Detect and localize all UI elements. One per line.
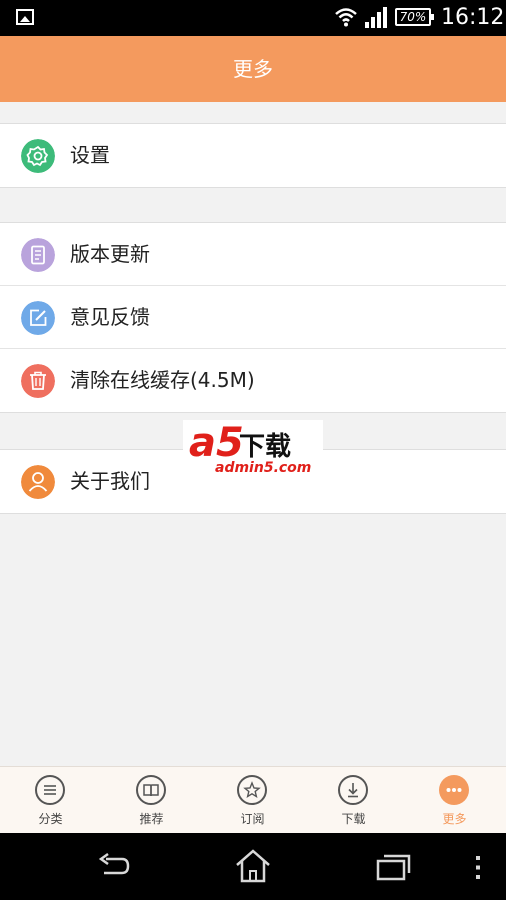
trash-icon: [21, 364, 55, 398]
gear-icon: [21, 139, 55, 173]
tab-label: 更多: [442, 812, 467, 826]
settings-group: 设置: [0, 123, 506, 188]
menu-lines-icon: [35, 775, 65, 805]
edit-icon: [21, 301, 55, 335]
document-icon: [21, 238, 55, 272]
tab-download[interactable]: 下载: [303, 767, 404, 834]
overflow-menu-icon[interactable]: [474, 855, 482, 881]
watermark-url: admin5.com: [215, 460, 312, 476]
system-nav-bar: [0, 833, 506, 900]
person-icon: [21, 465, 55, 499]
tools-group: 版本更新 意见反馈 清除在线缓存(4.5M): [0, 222, 506, 413]
menu-item-label: 关于我们: [70, 469, 150, 493]
wifi-icon: [335, 8, 357, 27]
battery-indicator: 70%: [395, 8, 434, 26]
watermark-logo: a5 下载 admin5.com: [183, 420, 323, 480]
download-icon: [338, 775, 368, 805]
tab-label: 分类: [38, 812, 63, 826]
signal-icon: [365, 7, 387, 28]
menu-item-version-update[interactable]: 版本更新: [0, 223, 506, 286]
status-bar: 70% 16:12: [0, 0, 506, 36]
tab-recommend[interactable]: 推荐: [101, 767, 202, 834]
tab-subscribe[interactable]: 订阅: [202, 767, 303, 834]
menu-item-label: 清除在线缓存(4.5M): [70, 368, 255, 392]
tab-label: 订阅: [240, 812, 265, 826]
image-notification-icon: [16, 9, 34, 25]
tab-label: 下载: [341, 812, 366, 826]
watermark-text: 下载: [239, 432, 292, 462]
back-icon[interactable]: [96, 853, 132, 879]
tab-label: 推荐: [139, 812, 164, 826]
menu-item-clear-cache[interactable]: 清除在线缓存(4.5M): [0, 349, 506, 412]
clock: 16:12: [441, 5, 505, 30]
bottom-tab-bar: 分类 推荐 订阅 下载 更多: [0, 766, 506, 834]
tab-category[interactable]: 分类: [0, 767, 101, 834]
page-title: 更多: [0, 36, 506, 102]
star-icon: [237, 775, 267, 805]
menu-item-label: 设置: [70, 143, 110, 167]
menu-item-label: 版本更新: [70, 242, 150, 266]
tab-more[interactable]: 更多: [404, 767, 505, 834]
menu-item-settings[interactable]: 设置: [0, 124, 506, 187]
more-dots-icon: [439, 775, 469, 805]
menu-item-feedback[interactable]: 意见反馈: [0, 286, 506, 349]
book-icon: [136, 775, 166, 805]
home-icon[interactable]: [234, 849, 272, 883]
menu-item-label: 意见反馈: [70, 305, 150, 329]
recent-apps-icon[interactable]: [376, 853, 412, 881]
